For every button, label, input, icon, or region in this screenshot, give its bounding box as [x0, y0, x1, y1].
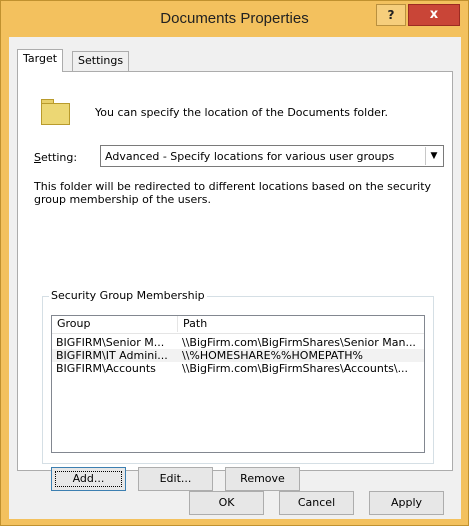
- cancel-button[interactable]: Cancel: [279, 491, 354, 515]
- tab-target[interactable]: Target: [17, 49, 64, 72]
- add-button[interactable]: Add...: [51, 467, 126, 491]
- column-header-path[interactable]: Path: [178, 316, 424, 332]
- path-cell: \\BigFirm.com\BigFirmShares\Accounts\...: [182, 362, 409, 375]
- setting-select-value: Advanced - Specify locations for various…: [105, 150, 395, 163]
- group-cell: BIGFIRM\IT Admini...: [56, 349, 168, 362]
- edit-button[interactable]: Edit...: [138, 467, 213, 491]
- dialog-client-area: Target Settings You can specify the loca…: [9, 37, 461, 519]
- chevron-down-icon[interactable]: ▼: [425, 147, 442, 165]
- apply-button[interactable]: Apply: [369, 491, 444, 515]
- setting-label: Setting:: [34, 151, 78, 164]
- table-row[interactable]: BIGFIRM\IT Admini... \\%HOMESHARE%%HOMEP…: [52, 349, 424, 362]
- table-row[interactable]: BIGFIRM\Accounts \\BigFirm.com\BigFirmSh…: [52, 362, 424, 375]
- remove-button[interactable]: Remove: [225, 467, 300, 491]
- redirect-info-text: This folder will be redirected to differ…: [34, 180, 432, 206]
- ok-button[interactable]: OK: [189, 491, 264, 515]
- close-button[interactable]: x: [408, 4, 460, 26]
- help-button[interactable]: ?: [376, 4, 406, 26]
- setting-select[interactable]: Advanced - Specify locations for various…: [100, 145, 444, 167]
- group-box-legend: Security Group Membership: [49, 289, 207, 302]
- group-path-list[interactable]: Group Path BIGFIRM\Senior M... \\BigFirm…: [51, 315, 425, 453]
- folder-icon: [41, 99, 71, 126]
- path-cell: \\BigFirm.com\BigFirmShares\Senior Man..…: [182, 336, 416, 349]
- target-tab-panel: You can specify the location of the Docu…: [17, 71, 453, 491]
- path-cell: \\%HOMESHARE%%HOMEPATH%: [182, 349, 363, 362]
- title-bar[interactable]: Documents Properties ? x: [1, 1, 468, 37]
- group-cell: BIGFIRM\Senior M...: [56, 336, 165, 349]
- group-cell: BIGFIRM\Accounts: [56, 362, 156, 375]
- folder-description: You can specify the location of the Docu…: [95, 106, 388, 119]
- tab-settings[interactable]: Settings: [72, 51, 130, 71]
- dialog-window: Documents Properties ? x Target Settings…: [0, 0, 469, 526]
- list-header: Group Path: [52, 316, 424, 334]
- security-group-membership-box: Security Group Membership Group Path BIG…: [42, 289, 434, 464]
- column-header-group[interactable]: Group: [52, 316, 178, 332]
- table-row[interactable]: BIGFIRM\Senior M... \\BigFirm.com\BigFir…: [52, 336, 424, 349]
